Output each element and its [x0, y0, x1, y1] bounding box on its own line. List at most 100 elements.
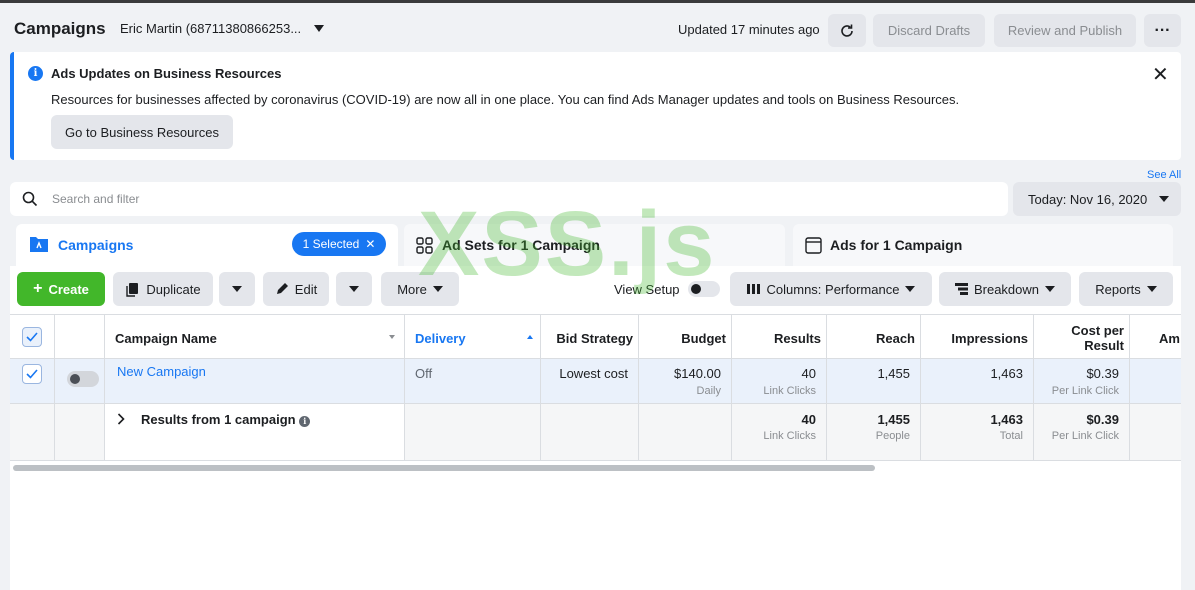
cost-per-result-type: Per Link Click [1051, 385, 1119, 397]
tab-campaigns-label: Campaigns [58, 237, 134, 253]
column-impressions[interactable]: Impressions [921, 315, 1034, 358]
column-header-label: Results [774, 331, 821, 346]
discard-drafts-button[interactable]: Discard Drafts [873, 14, 985, 47]
duplicate-dropdown-button[interactable] [219, 272, 255, 306]
updated-status: Updated 17 minutes ago [678, 22, 820, 37]
summary-impressions-type: Total [999, 430, 1023, 442]
summary-results-value: 40 [801, 412, 816, 427]
campaign-toolbar: + Create Duplicate Edit More View Setup … [10, 266, 1181, 314]
create-label: Create [48, 281, 89, 297]
chevron-down-icon [432, 286, 443, 292]
tab-ads[interactable]: Ads for 1 Campaign [793, 224, 1173, 268]
banner-text: Resources for businesses affected by cor… [51, 92, 960, 107]
toggle-knob [70, 374, 80, 384]
delivery-status: Off [415, 366, 433, 381]
column-header-label: Campaign Name [115, 331, 217, 346]
summary-label-text: Results from 1 campaign [141, 412, 296, 427]
more-options-button[interactable]: ··· [1144, 14, 1181, 47]
chevron-down-icon [232, 286, 242, 292]
horizontal-scrollbar[interactable] [13, 465, 875, 471]
top-bar: Campaigns Eric Martin (68711380866253...… [0, 0, 1195, 55]
tab-ad-sets[interactable]: Ad Sets for 1 Campaign [404, 224, 785, 268]
edit-label: Edit [294, 281, 318, 297]
cost-per-result-value: $0.39 [1086, 366, 1119, 381]
row-checkbox[interactable] [22, 364, 42, 384]
column-header-label: Cost per [1071, 323, 1124, 338]
reach-value: 1,455 [877, 366, 910, 381]
chevron-down-icon [1045, 286, 1056, 292]
column-bid-strategy[interactable]: Bid Strategy [541, 315, 639, 358]
info-icon[interactable]: i [299, 416, 311, 427]
columns-label: Columns: Performance [766, 281, 900, 297]
refresh-button[interactable] [828, 14, 866, 47]
sort-ascending-icon[interactable] [527, 335, 533, 339]
summary-impressions-value: 1,463 [990, 412, 1023, 427]
column-header-label: Reach [875, 331, 915, 346]
budget-value[interactable]: $140.00 [674, 366, 721, 381]
checkmark-icon [26, 369, 38, 379]
chevron-down-icon [349, 286, 359, 292]
column-delivery[interactable]: Delivery [405, 315, 541, 358]
chevron-right-icon[interactable] [117, 413, 125, 425]
results-value: 40 [801, 366, 816, 381]
close-icon[interactable]: ✕ [1152, 62, 1169, 87]
table-header-row: Campaign Name Delivery Bid Strategy Budg… [10, 314, 1181, 359]
date-range-selector[interactable]: Today: Nov 16, 2020 [1013, 182, 1181, 216]
summary-cost-type: Per Link Click [1051, 430, 1119, 442]
campaign-on-off-toggle[interactable] [67, 371, 99, 387]
campaigns-table: Campaign Name Delivery Bid Strategy Budg… [10, 314, 1181, 590]
selected-count-badge[interactable]: 1 Selected ✕ [292, 232, 386, 256]
chevron-down-icon [905, 286, 916, 292]
summary-row: Results from 1 campaign i 40 Link Clicks… [10, 404, 1181, 461]
select-all-checkbox[interactable] [22, 327, 42, 347]
more-label: More [397, 281, 427, 297]
edit-button[interactable]: Edit [263, 272, 329, 306]
campaigns-icon [30, 237, 48, 252]
checkmark-icon [26, 332, 38, 342]
search-input[interactable]: Search and filter [10, 182, 1008, 216]
chevron-down-icon[interactable] [314, 25, 324, 32]
view-setup-label: View Setup [614, 282, 680, 297]
breakdown-icon [954, 283, 968, 295]
sort-icon[interactable] [389, 335, 395, 339]
column-results[interactable]: Results [732, 315, 827, 358]
edit-dropdown-button[interactable] [336, 272, 372, 306]
review-publish-button[interactable]: Review and Publish [994, 14, 1136, 47]
column-header-label: Budget [681, 331, 726, 346]
breakdown-button[interactable]: Breakdown [939, 272, 1071, 306]
column-reach[interactable]: Reach [827, 315, 921, 358]
duplicate-button[interactable]: Duplicate [113, 272, 213, 306]
search-placeholder: Search and filter [52, 192, 140, 206]
go-to-business-resources-button[interactable]: Go to Business Resources [51, 115, 233, 149]
column-cost-per-result[interactable]: Cost per Result [1034, 315, 1130, 358]
column-header-label: Am [1159, 331, 1180, 346]
column-header-label: Result [1084, 338, 1124, 353]
reports-button[interactable]: Reports [1079, 272, 1173, 306]
more-button[interactable]: More [381, 272, 459, 306]
summary-reach-value: 1,455 [877, 412, 910, 427]
breakdown-label: Breakdown [973, 281, 1040, 297]
chevron-down-icon [1159, 196, 1169, 202]
see-all-link[interactable]: See All [1147, 169, 1181, 181]
ads-icon [805, 237, 822, 254]
clear-selection-icon[interactable]: ✕ [365, 237, 375, 251]
results-type: Link Clicks [763, 385, 816, 397]
campaign-name-link[interactable]: New Campaign [117, 364, 206, 379]
table-row[interactable]: New Campaign Off Lowest cost $140.00 Dai… [10, 359, 1181, 404]
create-button[interactable]: + Create [17, 272, 105, 306]
selected-count-label: 1 Selected [302, 237, 360, 251]
column-budget[interactable]: Budget [639, 315, 732, 358]
ad-sets-icon [416, 237, 433, 254]
banner-title: Ads Updates on Business Resources [51, 66, 282, 81]
column-amount-spent[interactable]: Am [1130, 315, 1181, 358]
reports-label: Reports [1095, 281, 1141, 297]
columns-button[interactable]: Columns: Performance [730, 272, 932, 306]
summary-reach-type: People [875, 430, 910, 442]
column-header-label: Delivery [415, 331, 466, 346]
toggle-knob [691, 284, 701, 294]
view-setup-toggle[interactable] [688, 281, 720, 297]
account-selector[interactable]: Eric Martin (68711380866253... [120, 21, 301, 36]
column-campaign-name[interactable]: Campaign Name [105, 315, 405, 358]
impressions-value: 1,463 [990, 366, 1023, 381]
tab-campaigns[interactable]: Campaigns 1 Selected ✕ [16, 224, 398, 268]
